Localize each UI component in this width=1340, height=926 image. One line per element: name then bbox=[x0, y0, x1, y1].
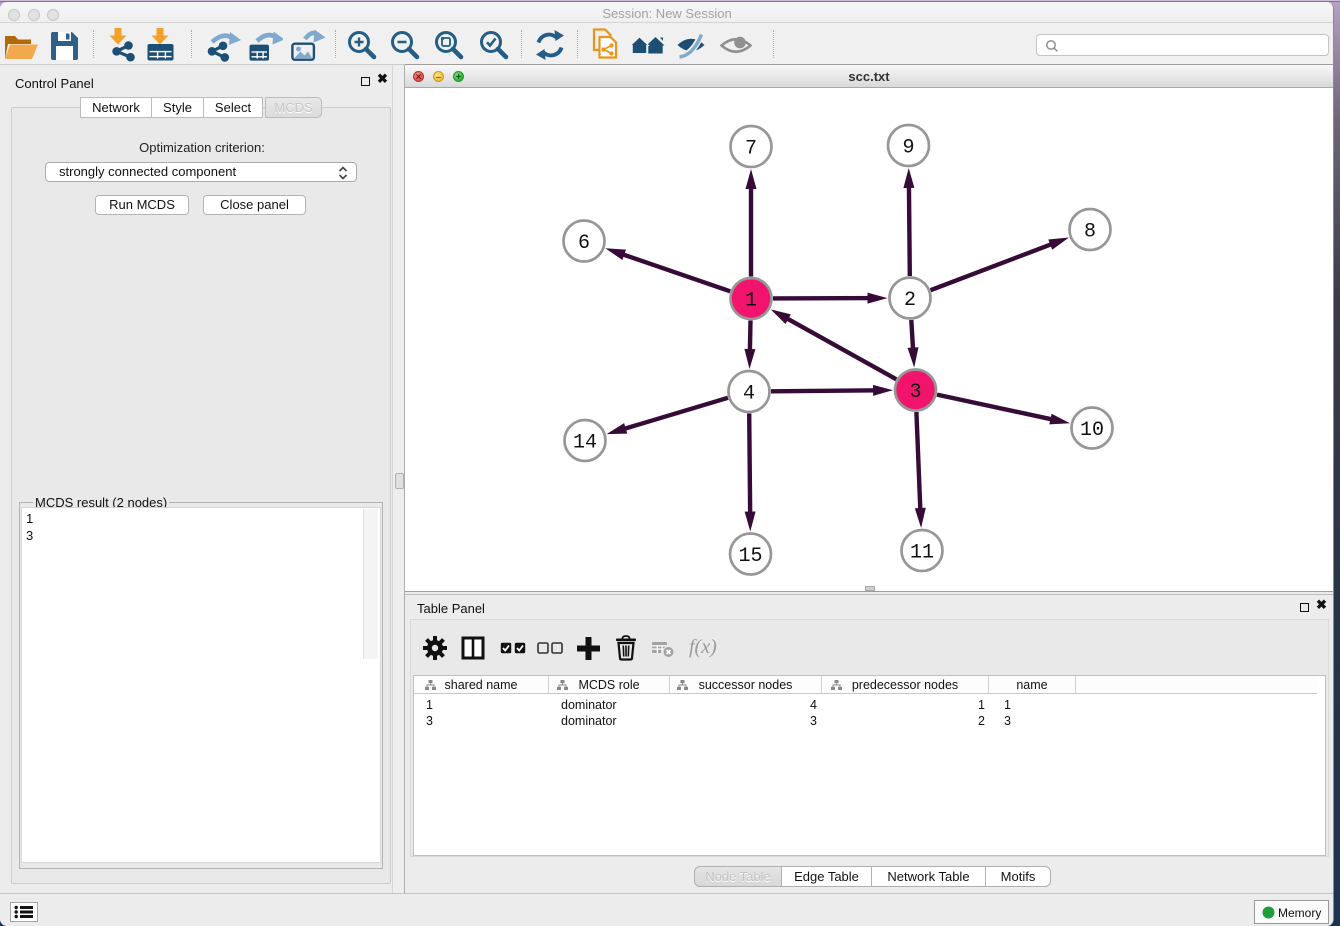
svg-text:4: 4 bbox=[743, 383, 755, 406]
svg-text:11: 11 bbox=[910, 542, 934, 565]
svg-text:1: 1 bbox=[745, 290, 757, 313]
svg-text:3: 3 bbox=[909, 381, 921, 404]
svg-text:10: 10 bbox=[1080, 419, 1104, 442]
svg-text:15: 15 bbox=[738, 545, 762, 568]
svg-text:8: 8 bbox=[1084, 221, 1096, 244]
svg-text:7: 7 bbox=[745, 138, 757, 161]
svg-text:6: 6 bbox=[578, 232, 590, 255]
svg-text:2: 2 bbox=[904, 289, 916, 312]
svg-text:9: 9 bbox=[902, 137, 914, 160]
svg-text:14: 14 bbox=[573, 432, 597, 455]
